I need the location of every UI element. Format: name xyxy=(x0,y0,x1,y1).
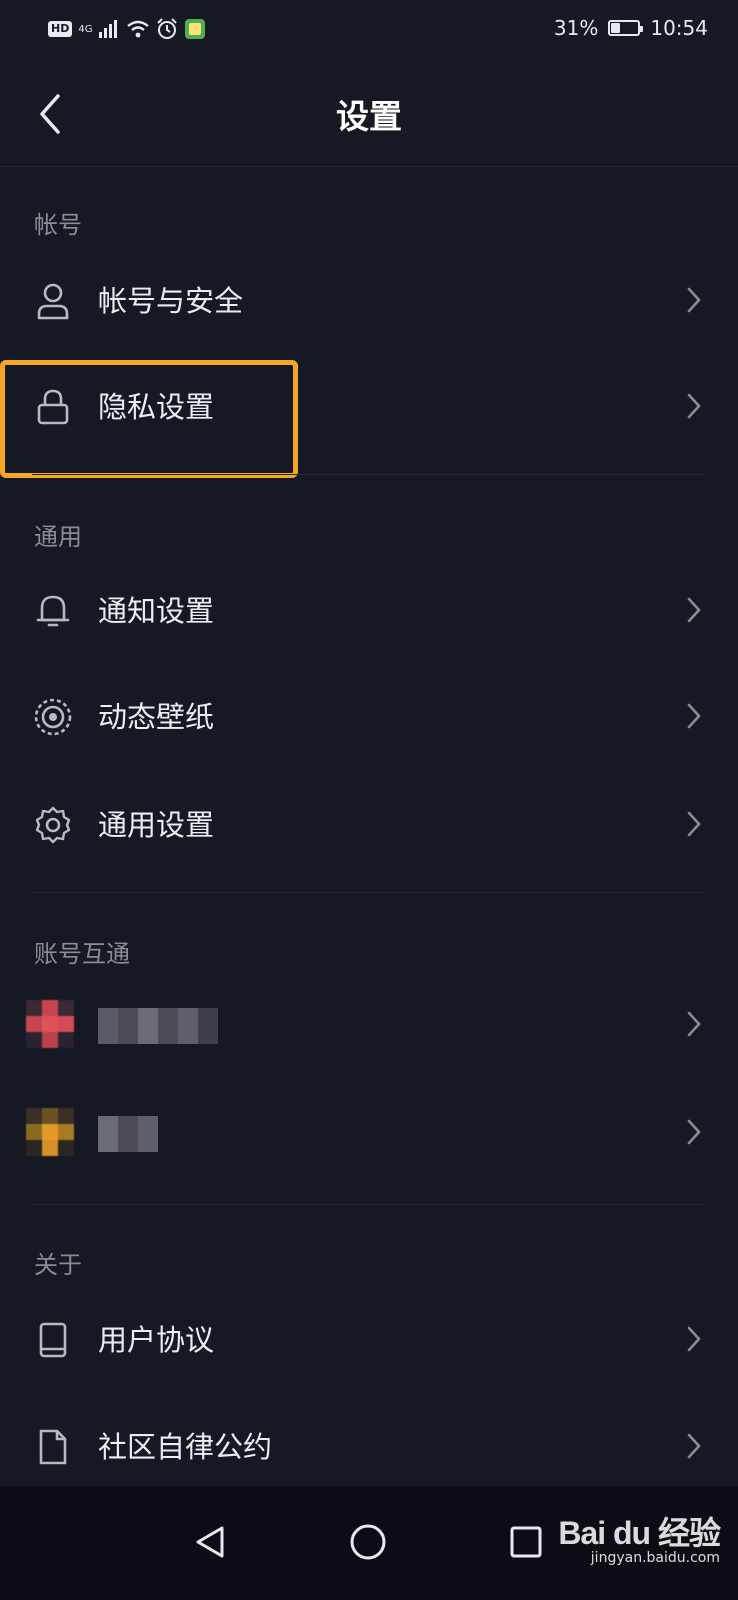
chevron-right-icon xyxy=(687,811,701,837)
app-notification-icon xyxy=(185,19,206,39)
network-label: 4G xyxy=(78,23,93,35)
gear-icon xyxy=(32,804,74,846)
watermark-logo: Bai du 经验 xyxy=(558,1515,721,1551)
lock-icon xyxy=(32,386,74,428)
row-label: 通用设置 xyxy=(98,808,215,842)
section-divider xyxy=(32,1204,706,1205)
chevron-right-icon xyxy=(687,703,701,729)
chevron-right-icon xyxy=(687,287,701,313)
row-label: 隐私设置 xyxy=(98,390,215,424)
square-recents-icon xyxy=(510,1526,542,1558)
row-privacy-settings[interactable]: 隐私设置 xyxy=(0,358,738,458)
section-header-general: 通用 xyxy=(34,523,82,551)
section-header-linked-accounts: 账号互通 xyxy=(34,940,130,968)
nav-bar: 设置 xyxy=(0,62,738,167)
section-divider xyxy=(32,892,706,893)
row-user-agreement[interactable]: 用户协议 xyxy=(0,1291,738,1391)
row-general-settings[interactable]: 通用设置 xyxy=(0,776,738,876)
row-linked-account-1[interactable] xyxy=(0,976,738,1076)
alarm-icon xyxy=(157,18,178,39)
system-recents-button[interactable] xyxy=(502,1518,550,1566)
section-header-about: 关于 xyxy=(34,1251,82,1279)
battery-fill xyxy=(611,23,621,33)
row-label: 帐号与安全 xyxy=(98,284,244,318)
system-home-button[interactable] xyxy=(344,1518,392,1566)
wallpaper-icon xyxy=(32,696,74,738)
document-icon xyxy=(32,1426,74,1468)
chevron-right-icon xyxy=(687,1433,701,1459)
row-account-security[interactable]: 帐号与安全 xyxy=(0,252,738,352)
row-dynamic-wallpaper[interactable]: 动态壁纸 xyxy=(0,668,738,768)
system-back-button[interactable] xyxy=(186,1518,234,1566)
status-right: 31% 10:54 xyxy=(554,16,708,40)
section-header-account: 帐号 xyxy=(34,211,82,239)
chevron-right-icon xyxy=(687,1326,701,1352)
battery-icon xyxy=(608,20,644,36)
hd-badge: HD xyxy=(48,21,73,37)
status-left: HD 4G xyxy=(48,18,206,40)
row-label: 用户协议 xyxy=(98,1323,215,1357)
clock: 10:54 xyxy=(650,16,708,40)
status-bar: HD 4G 31% 10:54 xyxy=(0,0,738,62)
row-label: 社区自律公约 xyxy=(98,1430,273,1464)
row-label: 通知设置 xyxy=(98,594,215,628)
chevron-right-icon xyxy=(687,1119,701,1145)
section-divider xyxy=(32,474,706,475)
page-title: 设置 xyxy=(336,97,402,136)
wifi-icon xyxy=(127,20,150,38)
chevron-right-icon xyxy=(687,1011,701,1037)
linked-account-name-blurred xyxy=(98,1116,158,1152)
circle-home-icon xyxy=(350,1524,386,1560)
book-icon xyxy=(32,1319,74,1361)
linked-app-avatar xyxy=(26,1108,74,1156)
row-label: 动态壁纸 xyxy=(98,700,215,734)
row-community-guidelines[interactable]: 社区自律公约 xyxy=(0,1398,738,1498)
row-notification-settings[interactable]: 通知设置 xyxy=(0,562,738,662)
signal-icon xyxy=(99,20,118,38)
linked-account-name-blurred xyxy=(98,1008,218,1044)
bell-icon xyxy=(32,590,74,632)
triangle-back-icon xyxy=(196,1526,224,1558)
battery-percent: 31% xyxy=(553,16,599,40)
baidu-jingyan-watermark: Bai du 经验 jingyan.baidu.com xyxy=(558,1508,721,1566)
person-icon xyxy=(32,280,74,322)
linked-app-avatar xyxy=(26,1000,74,1048)
chevron-right-icon xyxy=(687,597,701,623)
chevron-right-icon xyxy=(687,393,701,419)
row-linked-account-2[interactable] xyxy=(0,1084,738,1184)
